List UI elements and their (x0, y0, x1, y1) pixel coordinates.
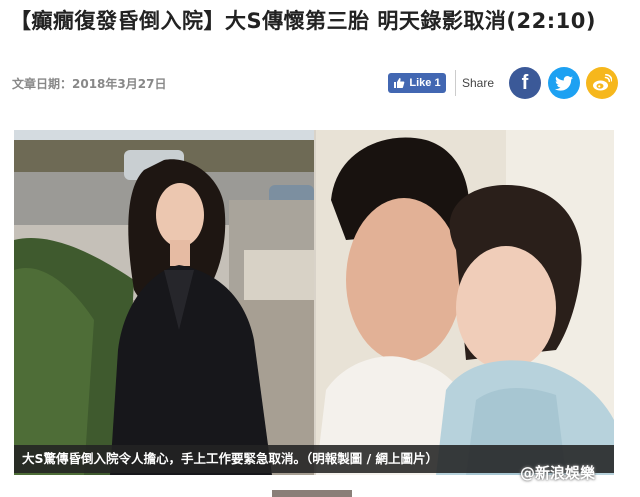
twitter-share-button[interactable] (548, 67, 580, 99)
meta-row: 文章日期：2018年3月27日 Like 1 Share f (12, 67, 628, 99)
twitter-icon (555, 75, 573, 91)
like-label: Like 1 (409, 77, 441, 89)
article-photo (14, 130, 614, 475)
article-headline: 【癲癇復發昏倒入院】大S傳懷第三胎 明天錄影取消(22:10) (10, 9, 596, 33)
weibo-share-button[interactable] (586, 67, 618, 99)
share-label: Share (462, 76, 495, 90)
weibo-icon (593, 74, 612, 91)
facebook-share-button[interactable]: f (509, 67, 541, 99)
photo-left (14, 130, 314, 475)
divider (455, 70, 456, 96)
source-watermark: @新浪娛樂 (520, 464, 596, 482)
facebook-like-button[interactable]: Like 1 (388, 73, 446, 93)
article-date: 文章日期：2018年3月27日 (12, 77, 167, 91)
facebook-icon: f (521, 71, 529, 94)
next-image-thumbnail (272, 490, 352, 497)
photo-right (316, 130, 614, 475)
thumbs-up-icon (394, 78, 405, 88)
